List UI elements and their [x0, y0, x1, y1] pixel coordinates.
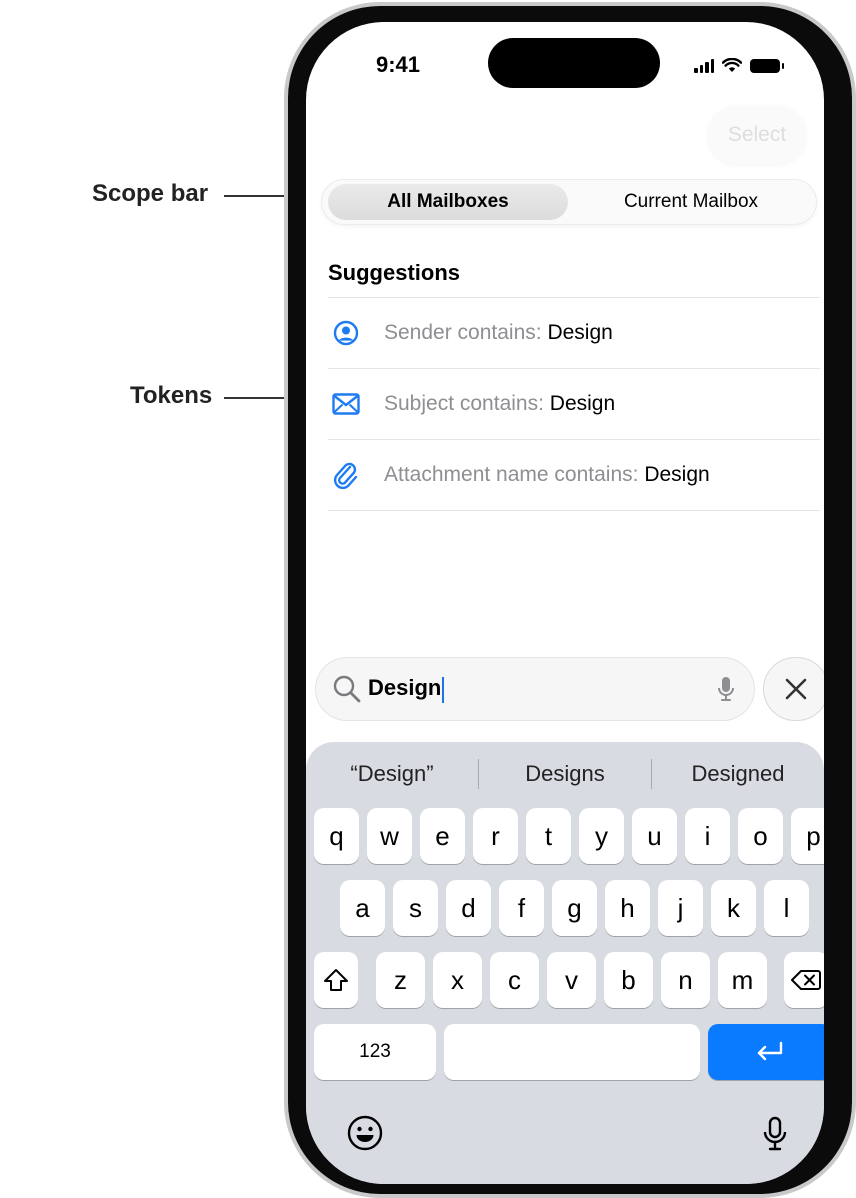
suggestion-text: Sender contains: Design: [384, 321, 613, 345]
key-c[interactable]: c: [490, 952, 539, 1008]
predictive-bar: “Design” Designs Designed: [306, 752, 824, 796]
suggestion-key: Subject contains:: [384, 392, 544, 415]
suggestion-key: Sender contains:: [384, 321, 542, 344]
delete-backward-icon: [791, 970, 821, 990]
key-l[interactable]: l: [764, 880, 809, 936]
suggestion-text: Subject contains: Design: [384, 392, 615, 416]
wifi-icon: [722, 58, 742, 72]
prediction-quoted[interactable]: “Design”: [306, 761, 478, 787]
scope-current-mailbox[interactable]: Current Mailbox: [572, 184, 810, 220]
search-icon: [333, 675, 361, 703]
key-z[interactable]: z: [376, 952, 425, 1008]
key-t[interactable]: t: [526, 808, 571, 864]
screen: 9:41 Select All Mailboxes Current Mailbo…: [306, 22, 824, 1184]
text-caret: [442, 676, 445, 703]
phone-frame: 9:41 Select All Mailboxes Current Mailbo…: [284, 2, 856, 1198]
suggestion-key: Attachment name contains:: [384, 463, 639, 486]
scope-bar-callout: Scope bar: [92, 180, 209, 207]
cellular-signal-icon: [694, 58, 714, 73]
scope-all-mailboxes[interactable]: All Mailboxes: [328, 184, 568, 220]
key-o[interactable]: o: [738, 808, 783, 864]
person-circle-icon: [330, 317, 362, 349]
key-k[interactable]: k: [711, 880, 756, 936]
microphone-icon[interactable]: [716, 675, 736, 703]
paperclip-icon: [330, 459, 362, 491]
dynamic-island: [488, 38, 660, 88]
emoji-icon[interactable]: [346, 1114, 384, 1152]
keyboard: “Design” Designs Designed q w e r t y u …: [306, 742, 824, 1184]
prediction-designed[interactable]: Designed: [652, 761, 824, 787]
suggestion-subject-token[interactable]: Subject contains: Design: [328, 368, 820, 439]
key-d[interactable]: d: [446, 880, 491, 936]
key-u[interactable]: u: [632, 808, 677, 864]
shift-key[interactable]: [314, 952, 358, 1008]
battery-icon: [750, 58, 784, 73]
key-v[interactable]: v: [547, 952, 596, 1008]
key-a[interactable]: a: [340, 880, 385, 936]
status-time: 9:41: [376, 52, 421, 77]
scope-bar: All Mailboxes Current Mailbox: [322, 180, 816, 224]
key-g[interactable]: g: [552, 880, 597, 936]
key-x[interactable]: x: [433, 952, 482, 1008]
key-e[interactable]: e: [420, 808, 465, 864]
select-button[interactable]: Select: [708, 106, 806, 164]
key-r[interactable]: r: [473, 808, 518, 864]
shift-icon: [324, 969, 348, 991]
dictation-microphone-icon[interactable]: [762, 1116, 788, 1152]
phone-bezel: 9:41 Select All Mailboxes Current Mailbo…: [288, 6, 852, 1194]
search-input[interactable]: Design: [368, 675, 445, 703]
key-s[interactable]: s: [393, 880, 438, 936]
suggestion-value: Design: [547, 321, 613, 344]
key-p[interactable]: p: [791, 808, 824, 864]
key-y[interactable]: y: [579, 808, 624, 864]
suggestions-header: Suggestions: [328, 260, 461, 285]
return-key[interactable]: [708, 1024, 824, 1080]
prediction-designs[interactable]: Designs: [479, 761, 651, 787]
delete-key[interactable]: [784, 952, 824, 1008]
clear-search-button[interactable]: [764, 658, 824, 720]
suggestion-text: Attachment name contains: Design: [384, 463, 710, 487]
key-h[interactable]: h: [605, 880, 650, 936]
key-i[interactable]: i: [685, 808, 730, 864]
suggestion-attachment-token[interactable]: Attachment name contains: Design: [328, 439, 820, 511]
tokens-callout: Tokens: [130, 382, 213, 409]
key-q[interactable]: q: [314, 808, 359, 864]
return-icon: [757, 1041, 783, 1061]
key-n[interactable]: n: [661, 952, 710, 1008]
suggestion-sender-token[interactable]: Sender contains: Design: [328, 297, 820, 368]
search-value: Design: [368, 675, 442, 701]
suggestion-value: Design: [644, 463, 710, 486]
key-m[interactable]: m: [718, 952, 767, 1008]
key-b[interactable]: b: [604, 952, 653, 1008]
envelope-icon: [330, 388, 362, 420]
space-bar[interactable]: [444, 1024, 700, 1080]
suggestion-value: Design: [549, 392, 616, 415]
numbers-key[interactable]: 123: [314, 1024, 436, 1080]
search-field[interactable]: Design: [316, 658, 754, 720]
status-icons: [694, 58, 784, 73]
key-j[interactable]: j: [658, 880, 703, 936]
close-icon: [785, 678, 807, 700]
key-f[interactable]: f: [499, 880, 544, 936]
suggestions-list: Sender contains: Design Subject contains…: [328, 297, 820, 511]
key-w[interactable]: w: [367, 808, 412, 864]
